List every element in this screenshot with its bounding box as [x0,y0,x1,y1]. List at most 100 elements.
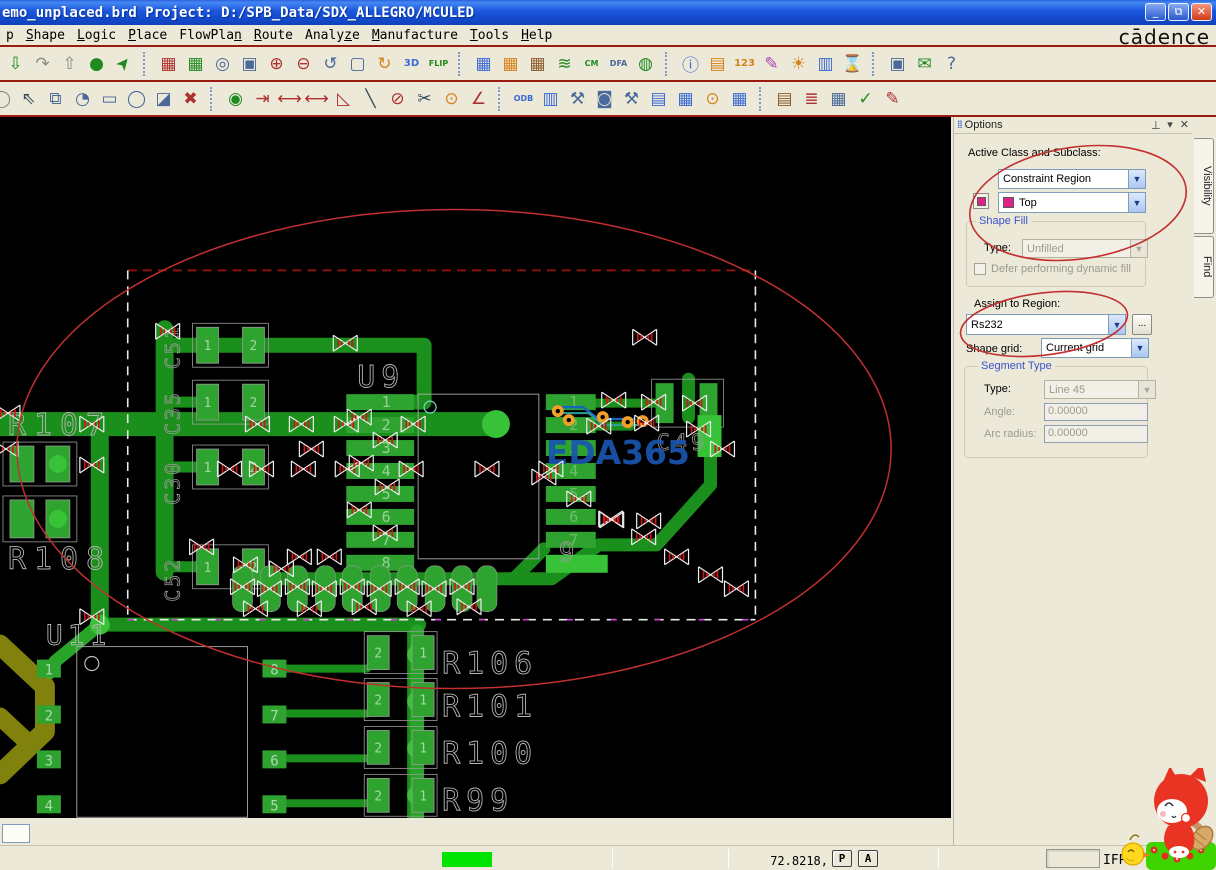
menu-item-flowplan[interactable]: FlowPlan [173,26,248,45]
menu-item-tools[interactable]: Tools [464,26,515,45]
chevron-down-icon[interactable]: ▾ [1167,118,1173,131]
web-publish-icon[interactable]: ◍ [632,50,659,77]
application-mode-button[interactable]: A [858,850,878,867]
close-button[interactable]: ✕ [1191,3,1212,21]
menu-item-help[interactable]: Help [515,26,558,45]
toolbar-separator [759,86,767,111]
testprep-icon[interactable]: ⊙ [699,85,726,112]
zoom-previous-icon[interactable]: ↺ [317,50,344,77]
pcb-design-canvas[interactable]: C51 C35 C30 C52 12 12 12 12 R107 R108 12… [0,117,953,818]
zoom-selection-icon[interactable]: ▢ [344,50,371,77]
measure-icon[interactable]: 123 [731,50,758,77]
chevron-down-icon[interactable]: ▼ [1128,170,1145,188]
tab-visibility[interactable]: Visibility [1194,138,1214,234]
menu-item-logic[interactable]: Logic [71,26,122,45]
assign-region-dropdown[interactable]: Rs232 ▼ [966,314,1126,335]
subclass-dropdown[interactable]: Top ▼ [998,192,1146,213]
close-panel-icon[interactable]: ✕ [1180,118,1189,131]
odb-export-icon[interactable]: ODB [510,85,537,112]
chevron-down-icon[interactable]: ▼ [1108,315,1125,334]
tasklist-icon[interactable]: ✓ [852,85,879,112]
zoom-fit-icon[interactable]: ▣ [236,50,263,77]
layer-wrench-icon[interactable]: ⚒ [564,85,591,112]
class-dropdown[interactable]: Constraint Region ▼ [998,169,1146,189]
shape-circle-icon[interactable]: ◯ [123,85,150,112]
cm-view-icon[interactable]: CM [578,50,605,77]
zoom-in-icon[interactable]: ⊕ [263,50,290,77]
subclass-color-button[interactable] [973,193,989,209]
mail-icon[interactable]: ✉ [911,50,938,77]
menu-item-place[interactable]: Place [122,26,173,45]
shape-shaded-icon[interactable]: ◪ [150,85,177,112]
swap-refs-icon[interactable]: ⚒ [618,85,645,112]
zoom-points-icon[interactable]: ◎ [209,50,236,77]
select-tool-icon[interactable]: ⇖ [15,85,42,112]
status-progress-block[interactable] [442,852,492,867]
copy-shapes-icon[interactable]: ⧉ [42,85,69,112]
shape-fill-title: Shape Fill [976,215,1031,227]
command-mini-box[interactable] [2,824,30,843]
xsection2-icon[interactable]: ▥ [537,85,564,112]
menu-item-analyze[interactable]: Analyze [299,26,366,45]
file-import-icon[interactable]: ⇩ [2,50,29,77]
toolbox-icon[interactable]: ▦ [825,85,852,112]
pin-icon[interactable]: ⊤ [1151,118,1161,131]
redo-icon[interactable]: ↷ [29,50,56,77]
pick-mode-button[interactable]: P [832,850,852,867]
color-edit-icon[interactable]: ✎ [758,50,785,77]
dim-linear-icon[interactable]: ⟷ [276,85,303,112]
minimize-button[interactable]: _ [1145,3,1166,21]
delete-icon[interactable]: ✖ [177,85,204,112]
flip-design-icon[interactable]: FLIP [425,50,452,77]
array-place-icon[interactable]: ▦ [726,85,753,112]
ncdrill-icon[interactable]: ▦ [672,85,699,112]
chevron-down-icon[interactable]: ▼ [1128,193,1145,212]
tab-find[interactable]: Find [1194,236,1214,298]
shape-rect-icon[interactable]: ▭ [96,85,123,112]
grid-toggle-icon[interactable]: ▦ [470,50,497,77]
cross-section-icon[interactable]: ▥ [812,50,839,77]
probe-icon[interactable]: ⊙ [438,85,465,112]
menu-item-shape[interactable]: Shape [20,26,71,45]
pin-spacing-icon[interactable]: ⇥ [249,85,276,112]
info-icon[interactable]: ⓘ [677,50,704,77]
chamfer-icon[interactable]: ╲ [357,85,384,112]
padstack-icon[interactable]: ◉ [222,85,249,112]
report-list-icon[interactable]: ▤ [645,85,672,112]
browse-regions-button[interactable]: ... [1132,314,1152,335]
stylus-icon[interactable]: ✎ [879,85,906,112]
dfa-check-icon[interactable]: DFA [605,50,632,77]
redraw-icon[interactable]: ▦ [155,50,182,77]
help-icon[interactable]: ? [938,50,965,77]
component-props-icon[interactable]: ▤ [704,50,731,77]
waive-drc-icon[interactable]: ⌛ [839,50,866,77]
color192-icon[interactable]: ▦ [497,50,524,77]
shape-arc-icon[interactable]: ◔ [69,85,96,112]
menu-item-manufacture[interactable]: Manufacture [366,26,464,45]
view-3d-icon[interactable]: 3D [398,50,425,77]
snapshot-icon[interactable]: ◙ [591,85,618,112]
stack-up-icon[interactable]: ≋ [551,50,578,77]
undo-icon[interactable]: ↻ [371,50,398,77]
dim-angle-icon[interactable]: ◺ [330,85,357,112]
circle-void-icon[interactable]: ⊘ [384,85,411,112]
chevron-down-icon[interactable]: ▼ [1131,339,1148,357]
dim-leader-icon[interactable]: ⟷ [303,85,330,112]
highlight-icon[interactable]: ☀ [785,50,812,77]
zoom-out-icon[interactable]: ⊖ [290,50,317,77]
shape-grid-dropdown[interactable]: Current grid ▼ [1041,338,1149,358]
file-export-icon[interactable]: ⇧ [56,50,83,77]
copy-views-icon[interactable]: ▣ [884,50,911,77]
angle-check-icon[interactable]: ∠ [465,85,492,112]
menu-item-route[interactable]: Route [248,26,299,45]
notes-icon[interactable]: ▤ [771,85,798,112]
scissors-icon[interactable]: ✂ [411,85,438,112]
swap-components-icon[interactable]: ▦ [524,50,551,77]
menu-item-fragment[interactable]: p [0,26,20,45]
restore-button[interactable]: ⧉ [1168,3,1189,21]
options-panel-header[interactable]: ⁞⁞ Options ⊤ ▾ ✕ [954,117,1193,134]
pushpin-icon[interactable]: ➤ [104,44,142,82]
unrats-all-icon[interactable]: ▦ [182,50,209,77]
prev-shape-icon[interactable]: ◯ [0,85,15,112]
user-guide-icon[interactable]: ≣ [798,85,825,112]
